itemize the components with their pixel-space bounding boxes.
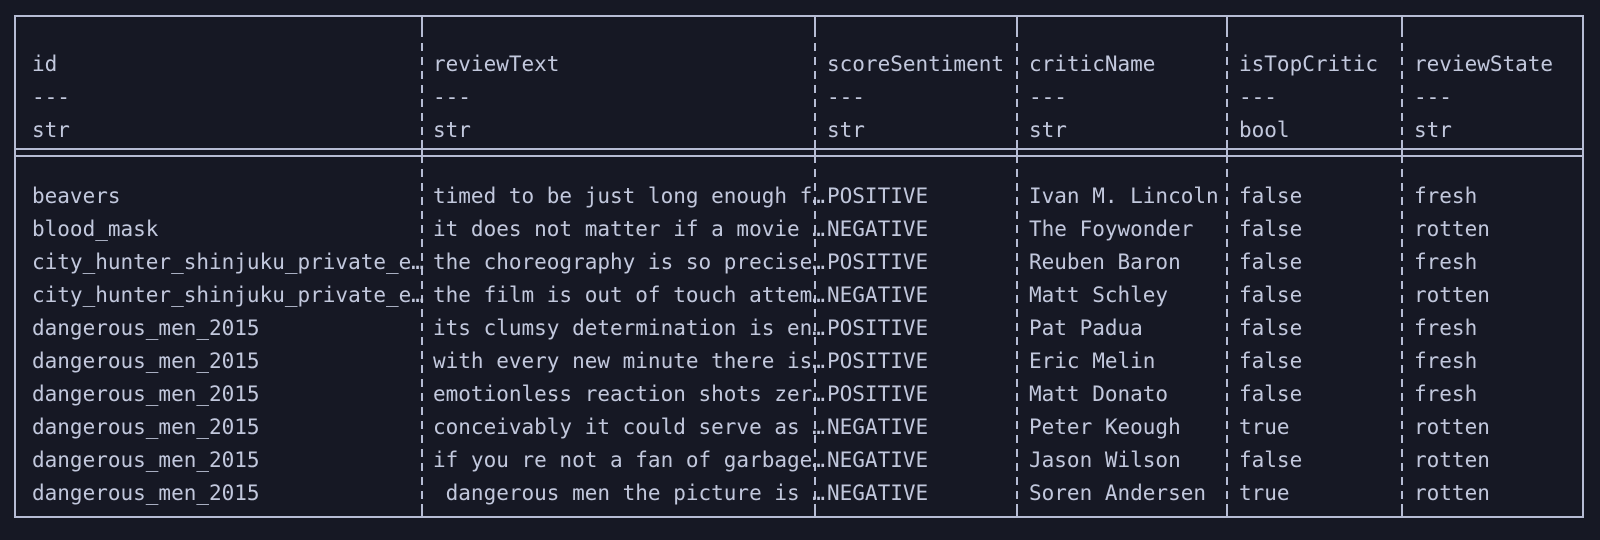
table-row[interactable]: false xyxy=(1239,384,1302,405)
table-row[interactable]: the choreography is so precise… xyxy=(433,252,825,273)
table-row[interactable]: POSITIVE xyxy=(827,318,928,339)
table-row[interactable]: false xyxy=(1239,219,1302,240)
table-row[interactable]: dangerous_men_2015 xyxy=(32,450,260,471)
table-row[interactable]: dangerous_men_2015 xyxy=(32,483,260,504)
table-row[interactable]: conceivably it could serve as … xyxy=(433,417,825,438)
table-row[interactable]: fresh xyxy=(1414,351,1477,372)
table-row[interactable]: rotten xyxy=(1414,219,1490,240)
table-row[interactable]: dangerous_men_2015 xyxy=(32,351,260,372)
table-row[interactable]: rotten xyxy=(1414,285,1490,306)
table-row[interactable]: dangerous_men_2015 xyxy=(32,318,260,339)
table-row[interactable]: NEGATIVE xyxy=(827,417,928,438)
table-row[interactable]: city_hunter_shinjuku_private_e… xyxy=(32,285,424,306)
column-separator-4 xyxy=(1226,15,1228,518)
table-row[interactable]: false xyxy=(1239,252,1302,273)
table-row[interactable]: Jason Wilson xyxy=(1029,450,1181,471)
table-row[interactable]: POSITIVE xyxy=(827,186,928,207)
column-header-istopcritic[interactable]: isTopCritic xyxy=(1239,54,1378,75)
column-separator-cross-1 xyxy=(421,140,423,162)
table-row[interactable]: beavers xyxy=(32,186,121,207)
table-row[interactable]: fresh xyxy=(1414,384,1477,405)
table-row[interactable]: false xyxy=(1239,186,1302,207)
column-dtype-istopcritic: bool xyxy=(1239,118,1290,142)
table-row[interactable]: NEGATIVE xyxy=(827,483,928,504)
table-row[interactable]: its clumsy determination is en… xyxy=(433,318,825,339)
table-row[interactable]: Matt Schley xyxy=(1029,285,1168,306)
column-dtype-criticname: str xyxy=(1029,118,1067,142)
column-header-reviewtext[interactable]: reviewText xyxy=(433,54,559,75)
table-row[interactable]: dangerous_men_2015 xyxy=(32,417,260,438)
table-row[interactable]: true xyxy=(1239,483,1290,504)
column-dash-scoresentiment: --- xyxy=(827,85,865,109)
table-row[interactable]: if you re not a fan of garbage… xyxy=(433,450,825,471)
table-row[interactable]: false xyxy=(1239,450,1302,471)
table-row[interactable]: fresh xyxy=(1414,318,1477,339)
column-dash-reviewtext: --- xyxy=(433,85,471,109)
table-row[interactable]: Reuben Baron xyxy=(1029,252,1181,273)
dataframe-table: id --- str reviewText --- str scoreSenti… xyxy=(14,15,1584,518)
table-row[interactable]: fresh xyxy=(1414,186,1477,207)
column-dash-reviewstate: --- xyxy=(1414,85,1452,109)
column-separator-3 xyxy=(1016,15,1018,518)
table-row[interactable]: true xyxy=(1239,417,1290,438)
column-header-id[interactable]: id xyxy=(32,54,57,75)
table-row[interactable]: rotten xyxy=(1414,417,1490,438)
column-dtype-scoresentiment: str xyxy=(827,118,865,142)
column-header-criticname[interactable]: criticName xyxy=(1029,54,1155,75)
table-row[interactable]: false xyxy=(1239,285,1302,306)
table-row[interactable]: NEGATIVE xyxy=(827,450,928,471)
table-row[interactable]: blood_mask xyxy=(32,219,158,240)
table-row[interactable]: NEGATIVE xyxy=(827,285,928,306)
table-row[interactable]: the film is out of touch attem… xyxy=(433,285,825,306)
table-row[interactable]: POSITIVE xyxy=(827,252,928,273)
column-dtype-id: str xyxy=(32,118,70,142)
table-row[interactable]: Ivan M. Lincoln xyxy=(1029,186,1219,207)
table-row[interactable]: Matt Donato xyxy=(1029,384,1168,405)
column-dash-id: --- xyxy=(32,85,70,109)
table-row[interactable]: dangerous men the picture is … xyxy=(433,483,825,504)
table-row[interactable]: false xyxy=(1239,351,1302,372)
column-separator-5 xyxy=(1401,15,1403,518)
column-dtype-reviewtext: str xyxy=(433,118,471,142)
table-row[interactable]: it does not matter if a movie … xyxy=(433,219,825,240)
column-separator-cross-2 xyxy=(814,140,816,162)
table-row[interactable]: The Foywonder xyxy=(1029,219,1193,240)
table-row[interactable]: Soren Andersen xyxy=(1029,483,1206,504)
terminal-dataframe-output: id --- str reviewText --- str scoreSenti… xyxy=(0,0,1600,540)
column-separator-cross-5 xyxy=(1401,140,1403,162)
column-dash-istopcritic: --- xyxy=(1239,85,1277,109)
column-dtype-reviewstate: str xyxy=(1414,118,1452,142)
column-separator-cross-4 xyxy=(1226,140,1228,162)
column-header-reviewstate[interactable]: reviewState xyxy=(1414,54,1553,75)
table-row[interactable]: Peter Keough xyxy=(1029,417,1181,438)
table-row[interactable]: Eric Melin xyxy=(1029,351,1155,372)
table-row[interactable]: rotten xyxy=(1414,450,1490,471)
table-row[interactable]: timed to be just long enough f… xyxy=(433,186,825,207)
column-header-scoresentiment[interactable]: scoreSentiment xyxy=(827,54,1004,75)
table-row[interactable]: emotionless reaction shots zer… xyxy=(433,384,825,405)
table-row[interactable]: city_hunter_shinjuku_private_e… xyxy=(32,252,424,273)
column-separator-cross-3 xyxy=(1016,140,1018,162)
table-row[interactable]: NEGATIVE xyxy=(827,219,928,240)
table-row[interactable]: POSITIVE xyxy=(827,384,928,405)
table-row[interactable]: Pat Padua xyxy=(1029,318,1143,339)
table-row[interactable]: fresh xyxy=(1414,252,1477,273)
column-dash-criticname: --- xyxy=(1029,85,1067,109)
table-row[interactable]: false xyxy=(1239,318,1302,339)
table-row[interactable]: dangerous_men_2015 xyxy=(32,384,260,405)
table-row[interactable]: POSITIVE xyxy=(827,351,928,372)
table-row[interactable]: with every new minute there is… xyxy=(433,351,825,372)
table-row[interactable]: rotten xyxy=(1414,483,1490,504)
